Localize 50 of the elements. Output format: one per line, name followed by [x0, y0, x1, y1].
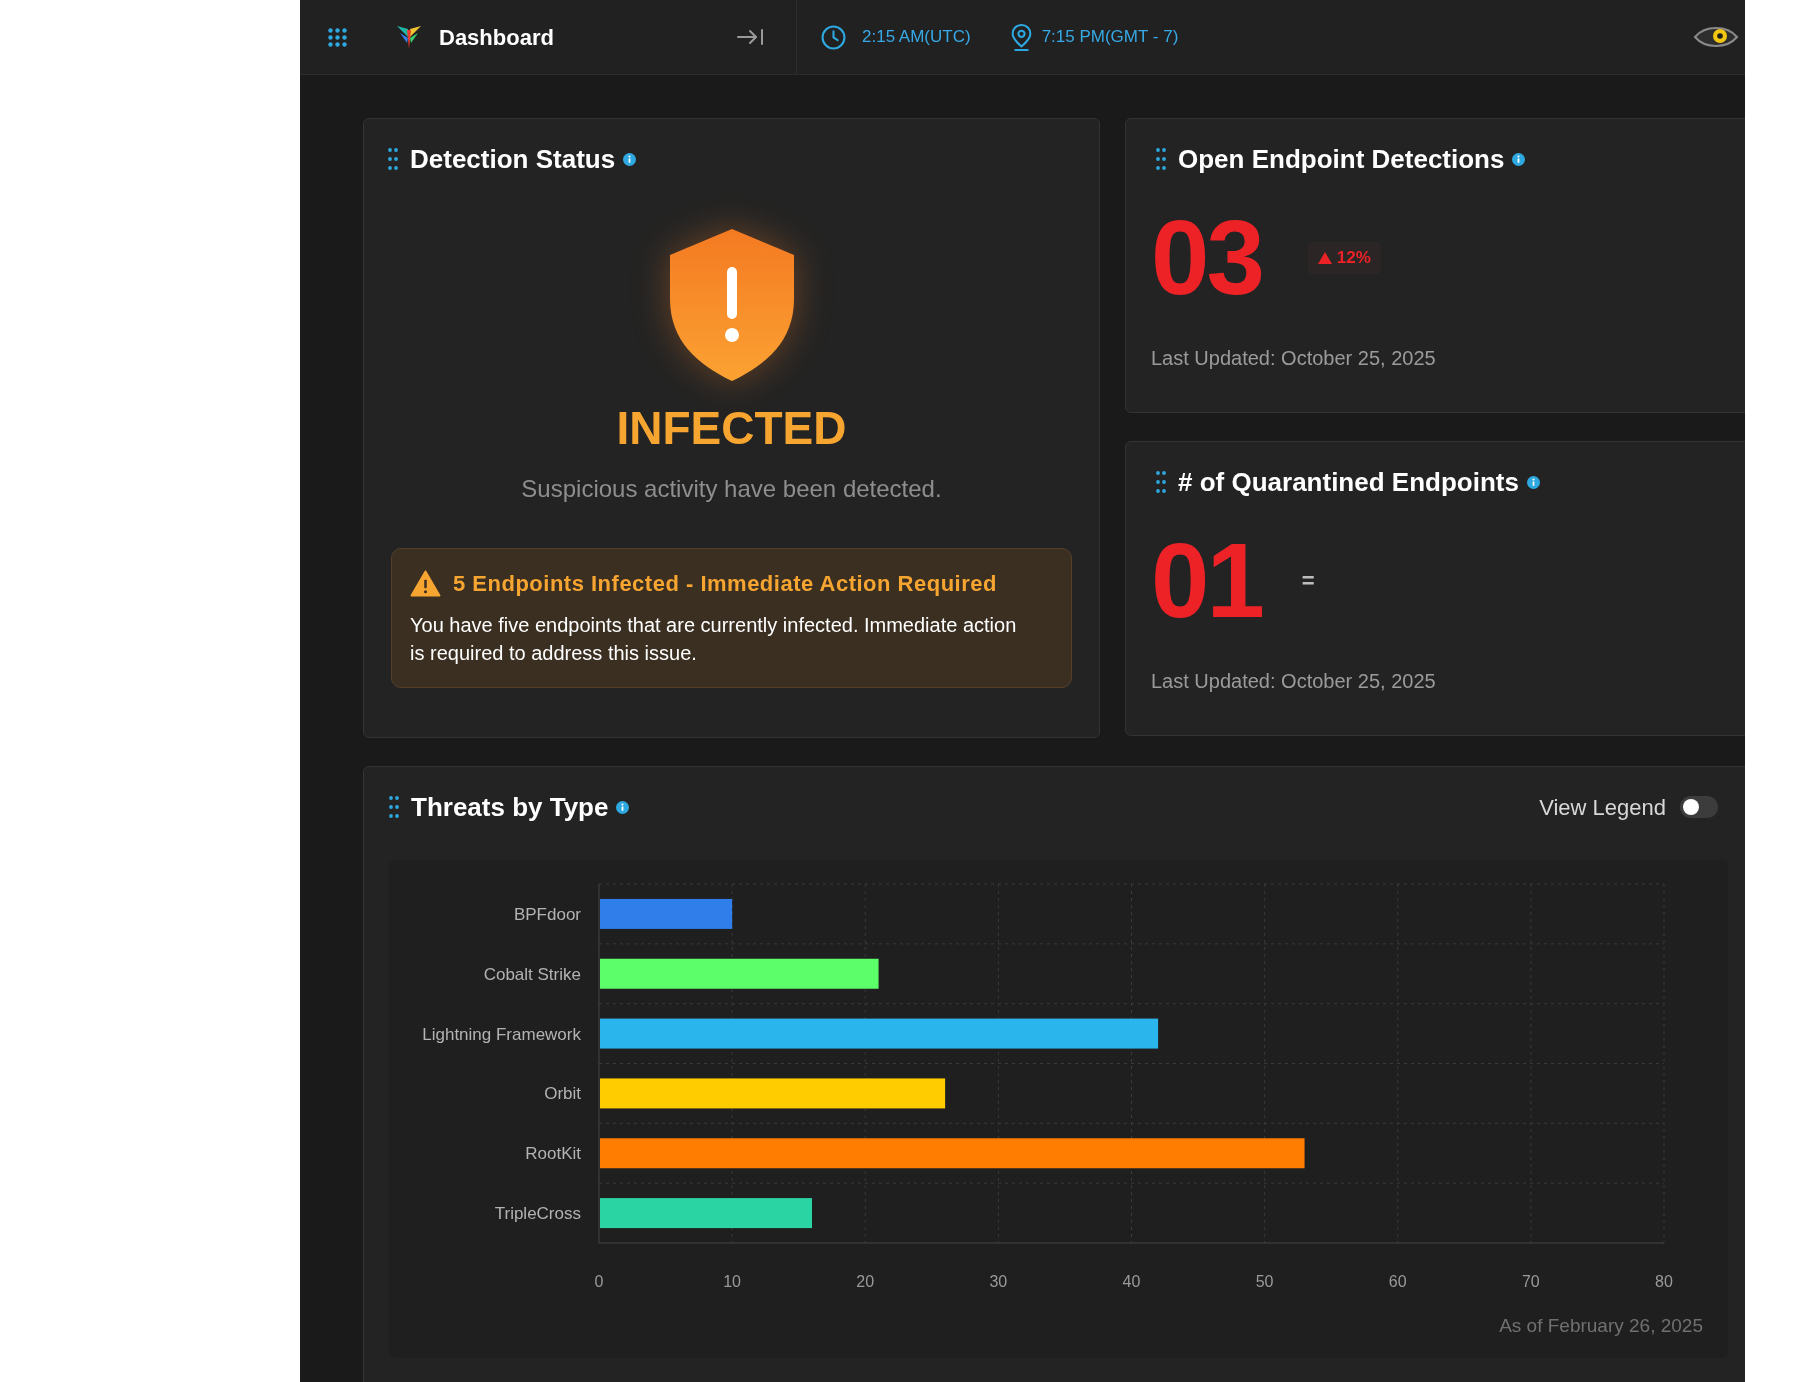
category-label: TripleCross — [494, 1204, 581, 1224]
drag-handle-icon[interactable] — [1156, 471, 1166, 493]
last-updated-text: Last Updated: October 25, 2025 — [1151, 346, 1436, 370]
shield-warning-icon — [669, 229, 794, 381]
x-tick-label: 50 — [1255, 1273, 1274, 1290]
trend-percent: 12% — [1336, 246, 1371, 269]
last-updated-text: Last Updated: October 25, 2025 — [1151, 669, 1436, 693]
alert-title: 5 Endpoints Infected - Immediate Action Required — [453, 569, 997, 598]
location-pin-icon — [1010, 23, 1032, 51]
trend-up-icon — [1317, 251, 1332, 264]
collapse-sidebar-icon[interactable] — [737, 29, 764, 45]
category-label: Orbit — [544, 1084, 581, 1104]
category-label: Lightning Framework — [422, 1024, 581, 1044]
chart-footnote: As of February 26, 2025 — [1499, 1315, 1703, 1337]
card-title: Detection Status — [410, 142, 616, 176]
alert-message: You have five endpoints that are currently infected. Immediate action is required to address this issue. — [410, 613, 1018, 666]
card-title: Threats by Type — [411, 790, 609, 824]
x-tick-label: 10 — [723, 1273, 741, 1290]
info-icon[interactable] — [623, 152, 637, 166]
x-tick-label: 30 — [989, 1273, 1008, 1290]
info-icon[interactable] — [1512, 152, 1526, 166]
info-icon[interactable] — [616, 800, 630, 814]
status-message: Suspicious activity have been detected. — [521, 474, 942, 504]
x-tick-label: 0 — [594, 1273, 604, 1290]
view-legend-toggle[interactable] — [1680, 796, 1718, 818]
info-icon[interactable] — [1526, 475, 1540, 489]
view-legend-label: View Legend — [1539, 793, 1666, 822]
category-label: BPFdoor — [513, 904, 581, 924]
utc-time: 2:15 AM(UTC) — [862, 26, 971, 49]
local-time: 7:15 PM(GMT - 7) — [1041, 26, 1179, 49]
x-tick-label: 80 — [1655, 1273, 1673, 1290]
card-title: Open Endpoint Detections — [1178, 142, 1505, 176]
clock-icon — [821, 24, 846, 50]
drag-handle-icon[interactable] — [1156, 148, 1166, 170]
drag-handle-icon[interactable] — [388, 148, 398, 170]
warning-icon — [410, 569, 441, 597]
x-tick-label: 40 — [1122, 1273, 1141, 1290]
page-title: Dashboard — [439, 23, 554, 52]
metric-value: 01 — [1151, 528, 1262, 633]
category-label: RootKit — [525, 1144, 581, 1164]
metric-value: 03 — [1151, 205, 1262, 310]
x-tick-label: 20 — [856, 1273, 875, 1290]
drag-handle-icon[interactable] — [389, 796, 399, 818]
card-title: # of Quarantined Endpoints — [1178, 465, 1519, 499]
status-label: INFECTED — [616, 405, 847, 451]
trend-flat-indicator: = — [1301, 567, 1315, 595]
x-tick-label: 60 — [1388, 1273, 1407, 1290]
category-label: Cobalt Strike — [483, 964, 581, 984]
apps-grid-icon[interactable] — [328, 27, 347, 47]
x-tick-label: 70 — [1522, 1273, 1540, 1290]
